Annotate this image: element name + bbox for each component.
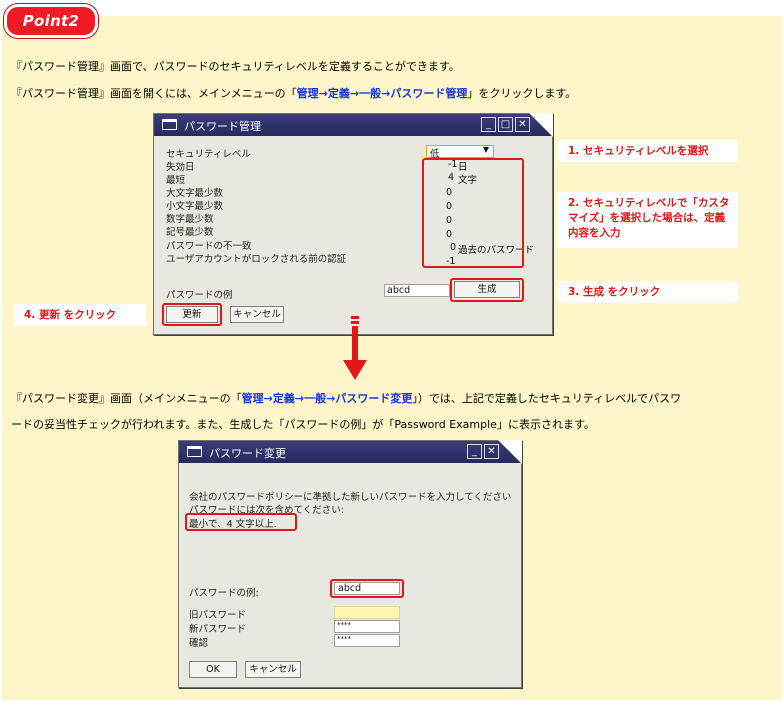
new-password-label: 新パスワード <box>189 624 247 635</box>
old-password-label: 旧パスワード <box>189 610 247 621</box>
change-titlebar: パスワード変更 _ ✕ <box>179 440 522 464</box>
example-field[interactable]: abcd <box>384 284 450 297</box>
password-history-label: パスワードの不一致 <box>166 241 252 252</box>
policy-min-length-highlight <box>185 513 297 531</box>
example-label: パスワードの例 <box>166 290 233 301</box>
policy-message: 会社のパスワードポリシーに準拠した新しいパスワードを入力してください <box>189 492 512 503</box>
note-click-generate: 3. 生成 をクリック <box>558 281 738 303</box>
security-level-label: セキュリティレベル <box>166 149 251 160</box>
note-custom-define: 2. セキュリティレベルで「カスタマイズ」を選択した場合は、定義内容を入力 <box>558 192 738 248</box>
mgmt-window-title: パスワード管理 <box>184 120 261 133</box>
menu-path-change: 管理→定義→一般→パスワード変更 <box>241 392 413 405</box>
mgmt-titlebar: パスワード管理 _ □ ✕ <box>154 113 553 137</box>
cancel-button[interactable]: キャンセル <box>230 306 284 323</box>
confirm-password-label: 確認 <box>189 638 209 649</box>
example-highlight <box>330 579 404 598</box>
point-badge: Point2 <box>4 4 98 38</box>
window-icon <box>187 446 202 457</box>
down-arrow-icon <box>343 316 367 380</box>
example-label: パスワードの例: <box>189 588 259 599</box>
minimize-icon[interactable]: _ <box>481 117 496 132</box>
ok-button[interactable]: OK <box>189 661 237 678</box>
intro-line-1: 『パスワード管理』画面で、パスワードのセキュリティレベルを定義することができます… <box>11 60 460 73</box>
close-icon[interactable]: ✕ <box>515 117 530 132</box>
window-icon <box>162 119 177 130</box>
expiry-label: 失効日 <box>166 162 195 173</box>
chevron-down-icon: ▼ <box>482 145 489 154</box>
min-symbols-label: 記号最少数 <box>166 227 214 238</box>
old-password-input[interactable] <box>334 606 400 619</box>
password-change-window: パスワード変更 _ ✕ 会社のパスワードポリシーに準拠した新しいパスワードを入力… <box>178 440 522 688</box>
confirm-password-input[interactable]: **** <box>334 634 400 647</box>
maximize-icon[interactable]: □ <box>498 117 513 132</box>
generate-highlight <box>450 278 524 302</box>
close-icon[interactable]: ✕ <box>484 444 499 459</box>
update-highlight <box>162 303 222 326</box>
menu-path-management: 管理→定義→一般→パスワード管理 <box>296 87 468 100</box>
change-line-1: 『パスワード変更』画面（メインメニューの「管理→定義→一般→パスワード変更」）で… <box>11 392 682 405</box>
lockout-attempts-label: ユーザアカウントがロックされる前の認証 <box>166 254 347 265</box>
note-click-update: 4. 更新 をクリック <box>14 304 146 326</box>
min-lower-label: 小文字最少数 <box>166 201 224 212</box>
change-line-2: ードの妥当性チェックが行われます。また、生成した「パスワードの例」が「Passw… <box>11 418 595 431</box>
new-password-input[interactable]: **** <box>334 620 400 633</box>
change-window-title: パスワード変更 <box>209 447 286 460</box>
cancel-button[interactable]: キャンセル <box>245 661 301 678</box>
password-management-window: パスワード管理 _ □ ✕ セキュリティレベル 低 ▼ 失効日 -1 日 最短 … <box>153 113 553 335</box>
intro-line-2: 『パスワード管理』画面を開くには、メインメニューの「管理→定義→一般→パスワード… <box>11 87 577 100</box>
minimize-icon[interactable]: _ <box>467 444 482 459</box>
min-digits-label: 数字最少数 <box>166 214 214 225</box>
note-select-level: 1. セキュリティレベルを選択 <box>558 140 738 162</box>
security-level-select[interactable]: 低 ▼ <box>426 145 494 160</box>
custom-settings-highlight <box>422 158 524 268</box>
min-upper-label: 大文字最少数 <box>166 188 224 199</box>
min-length-label: 最短 <box>166 175 186 186</box>
